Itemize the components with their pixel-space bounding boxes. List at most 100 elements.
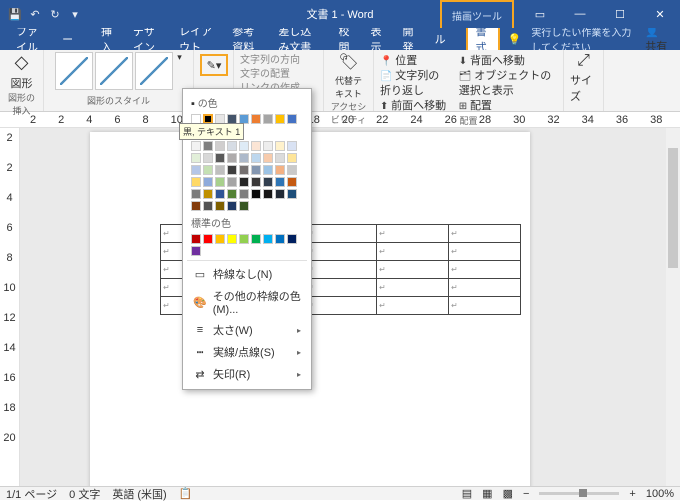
zoom-out-icon[interactable]: −	[523, 488, 529, 500]
color-swatch[interactable]	[287, 141, 297, 151]
color-swatch[interactable]	[287, 177, 297, 187]
color-swatch[interactable]	[275, 165, 285, 175]
color-swatch[interactable]	[263, 153, 273, 163]
color-swatch[interactable]	[191, 234, 201, 244]
arrows-submenu[interactable]: ⇄矢印(R)	[187, 363, 307, 385]
document-area[interactable]: ↵↵↵↵↵ ↵↵↵↵↵ ↵↵↵↵↵ ↵↵↵↵↵ ↵↵↵↵↵	[20, 128, 666, 486]
close-icon[interactable]: ✕	[640, 0, 680, 28]
align-text-button[interactable]: 文字の配置	[240, 68, 290, 82]
color-swatch[interactable]	[251, 234, 261, 244]
scroll-thumb[interactable]	[668, 148, 678, 268]
position-button[interactable]: 📍 位置	[380, 54, 449, 69]
color-swatch[interactable]	[203, 201, 213, 211]
ribbon-display-icon[interactable]: ▭	[520, 0, 560, 28]
undo-icon[interactable]: ↶	[28, 7, 42, 21]
color-swatch[interactable]	[215, 189, 225, 199]
no-outline-item[interactable]: ▭枠線なし(N)	[187, 263, 307, 285]
dashes-submenu[interactable]: ┅実線/点線(S)	[187, 341, 307, 363]
color-swatch[interactable]	[215, 234, 225, 244]
wrap-text-button[interactable]: 📄 文字列の折り返し	[380, 69, 449, 99]
qat-customize-icon[interactable]: ▾	[68, 7, 82, 21]
color-swatch[interactable]	[263, 177, 273, 187]
insert-shapes-button[interactable]: ◇ 図形	[11, 52, 33, 91]
maximize-icon[interactable]: ☐	[600, 0, 640, 28]
color-swatch[interactable]	[251, 114, 261, 124]
zoom-slider[interactable]	[539, 492, 619, 495]
color-swatch[interactable]	[203, 189, 213, 199]
color-swatch[interactable]	[215, 153, 225, 163]
color-swatch[interactable]	[191, 153, 201, 163]
vertical-ruler[interactable]: 22468101214161820	[0, 128, 20, 486]
more-colors-item[interactable]: 🎨その他の枠線の色(M)...	[187, 285, 307, 319]
color-swatch[interactable]	[227, 165, 237, 175]
color-swatch[interactable]	[287, 165, 297, 175]
color-swatch[interactable]	[275, 153, 285, 163]
color-swatch[interactable]	[191, 165, 201, 175]
color-swatch[interactable]	[203, 234, 213, 244]
color-swatch[interactable]	[191, 246, 201, 256]
status-record-icon[interactable]: 📋	[179, 487, 193, 500]
text-direction-button[interactable]: 文字列の方向	[240, 54, 300, 68]
status-lang[interactable]: 英語 (米国)	[112, 486, 166, 502]
color-swatch[interactable]	[239, 153, 249, 163]
line-style-2[interactable]	[95, 52, 133, 90]
view-read-icon[interactable]: ▦	[482, 487, 492, 500]
color-swatch[interactable]	[275, 177, 285, 187]
color-swatch[interactable]	[227, 177, 237, 187]
view-print-icon[interactable]: ▤	[462, 487, 472, 500]
zoom-in-icon[interactable]: +	[629, 488, 635, 500]
send-backward-button[interactable]: ⬇ 背面へ移動	[459, 54, 557, 69]
color-swatch[interactable]	[263, 234, 273, 244]
tell-me-icon[interactable]: 💡	[508, 33, 522, 46]
color-swatch[interactable]	[263, 165, 273, 175]
color-swatch[interactable]	[287, 189, 297, 199]
color-swatch[interactable]	[191, 201, 201, 211]
color-swatch[interactable]	[275, 114, 285, 124]
save-icon[interactable]: 💾	[8, 7, 22, 21]
status-words[interactable]: 0 文字	[69, 486, 100, 502]
color-swatch[interactable]	[191, 141, 201, 151]
selection-pane-button[interactable]: 🗂 オブジェクトの選択と表示	[459, 69, 557, 99]
alt-text-button[interactable]: 🏷 代替テ キスト	[335, 52, 362, 100]
color-swatch[interactable]	[263, 141, 273, 151]
align-objects-button[interactable]: ⊞ 配置	[459, 99, 557, 114]
color-swatch[interactable]	[203, 153, 213, 163]
color-swatch[interactable]	[239, 177, 249, 187]
color-swatch[interactable]	[239, 234, 249, 244]
color-swatch[interactable]	[275, 234, 285, 244]
color-swatch[interactable]	[203, 165, 213, 175]
color-swatch[interactable]	[191, 177, 201, 187]
color-swatch[interactable]	[191, 189, 201, 199]
color-swatch[interactable]	[239, 189, 249, 199]
gallery-more-icon[interactable]: ▾	[177, 52, 182, 63]
color-swatch[interactable]	[227, 141, 237, 151]
redo-icon[interactable]: ↻	[48, 7, 62, 21]
color-swatch[interactable]	[251, 153, 261, 163]
color-swatch[interactable]	[275, 189, 285, 199]
zoom-level[interactable]: 100%	[646, 488, 674, 500]
color-swatch[interactable]	[227, 234, 237, 244]
color-swatch[interactable]	[215, 201, 225, 211]
color-swatch[interactable]	[239, 141, 249, 151]
color-swatch[interactable]	[287, 234, 297, 244]
color-swatch[interactable]	[227, 201, 237, 211]
view-web-icon[interactable]: ▩	[503, 487, 513, 500]
shape-outline-dropdown[interactable]: ✎▾	[200, 54, 228, 76]
color-swatch[interactable]	[287, 114, 297, 124]
color-swatch[interactable]	[287, 153, 297, 163]
color-swatch[interactable]	[251, 177, 261, 187]
line-style-1[interactable]	[55, 52, 93, 90]
color-swatch[interactable]	[215, 177, 225, 187]
color-swatch[interactable]	[251, 189, 261, 199]
color-swatch[interactable]	[275, 141, 285, 151]
vertical-scrollbar[interactable]	[666, 128, 680, 486]
color-swatch[interactable]	[251, 165, 261, 175]
bring-forward-button[interactable]: ⬆ 前面へ移動	[380, 99, 449, 114]
minimize-icon[interactable]: —	[560, 0, 600, 28]
color-swatch[interactable]	[215, 165, 225, 175]
color-swatch[interactable]	[215, 141, 225, 151]
status-page[interactable]: 1/1 ページ	[6, 486, 57, 502]
shape-style-gallery[interactable]: ▾	[55, 52, 182, 90]
color-swatch[interactable]	[227, 189, 237, 199]
color-swatch[interactable]	[227, 153, 237, 163]
